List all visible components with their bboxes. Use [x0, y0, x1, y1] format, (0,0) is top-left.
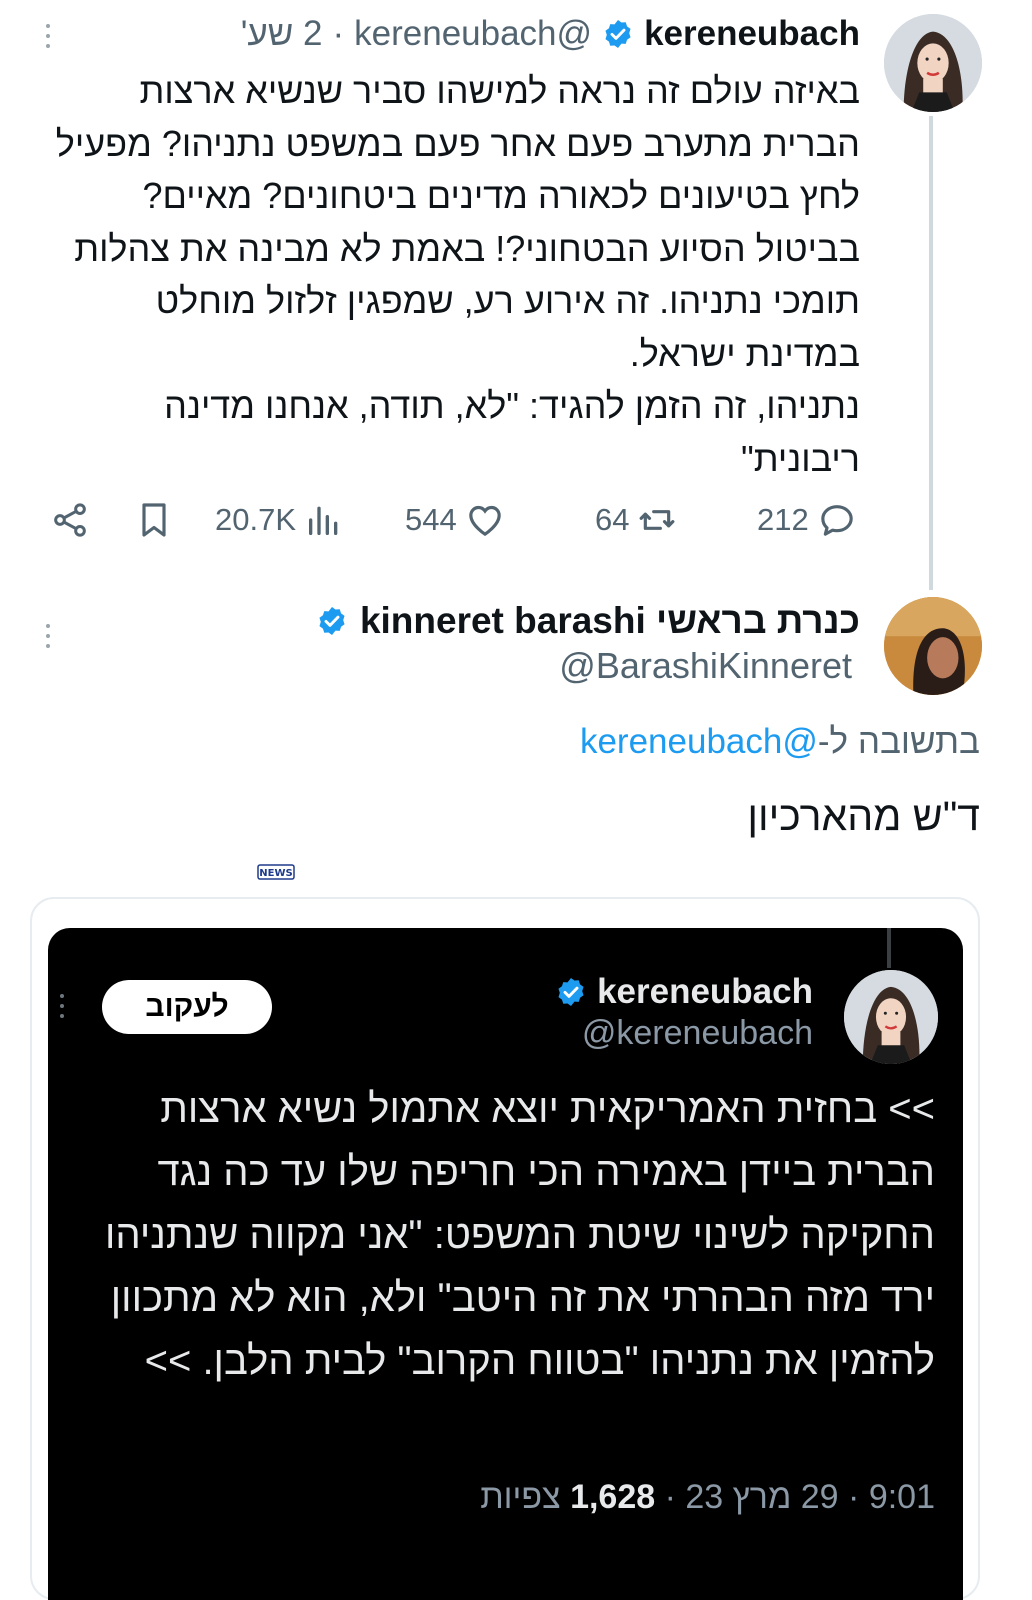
repost-count: 64: [595, 502, 630, 537]
avatar[interactable]: [884, 597, 982, 695]
avatar-illustration: [844, 970, 938, 1064]
thread-connector: [929, 116, 933, 590]
views-count: 20.7K: [215, 502, 297, 537]
separator-dot: ·: [332, 14, 345, 53]
bookmark-icon: [142, 503, 166, 537]
reply-count: 212: [757, 502, 809, 537]
author-name: kereneubach: [597, 972, 813, 1011]
repost-icon: [640, 510, 675, 530]
reply-button[interactable]: 212: [757, 495, 857, 545]
tweet-text: ד"ש מהארכיון: [747, 793, 980, 839]
tweet-actions: 20.7K 544 64 212: [50, 495, 860, 545]
author-name[interactable]: כנרת בראשי kinneret barashi: [360, 600, 860, 642]
avatar: [844, 970, 938, 1064]
views-icon: [309, 506, 338, 535]
svg-text:NEWS: NEWS: [259, 868, 292, 879]
like-icon: [468, 505, 501, 537]
author-handle[interactable]: @BarashiKinneret: [559, 645, 852, 687]
verified-badge-icon: [555, 976, 587, 1008]
avatar-illustration: [884, 14, 982, 112]
reply-icon: [820, 505, 853, 536]
reply-prefix: בתשובה ל-: [817, 722, 980, 761]
share-button[interactable]: [50, 495, 90, 545]
reply-context: בתשובה ל-@kereneubach: [580, 722, 980, 762]
more-options-icon[interactable]: [46, 624, 54, 648]
watermark-logo: מלוכדים NEWS: [257, 857, 380, 899]
embed-tweet-text: >> בחזית האמריקאית יוצא אתמול נשיא ארצות…: [104, 1087, 935, 1383]
reply-mention-link[interactable]: @kereneubach: [580, 722, 818, 761]
like-button[interactable]: 544: [405, 495, 505, 545]
embed-views-count: 1,628: [570, 1478, 656, 1516]
embed-meta: 9:01 · 29 מרץ 23 · 1,628 צפיות: [480, 1478, 935, 1517]
svg-text:מלוכדים: מלוכדים: [378, 857, 380, 899]
embed-timestamp: 9:01 · 29 מרץ 23 ·: [664, 1478, 935, 1516]
avatar[interactable]: [884, 14, 982, 112]
verified-badge-icon: [602, 18, 634, 50]
share-icon: [54, 503, 86, 537]
embed-author-row: kereneubach: [555, 970, 813, 1014]
embed-views-label: צפיות: [480, 1478, 561, 1516]
author-name[interactable]: kereneubach: [644, 14, 860, 54]
bookmark-button[interactable]: [134, 495, 174, 545]
tweet-header: כנרת בראשי kinneret barashi: [316, 598, 860, 644]
timestamp[interactable]: 2 שע': [241, 14, 323, 54]
tweet-text: באיזה עולם זה נראה למישהו סביר שנשיא ארצ…: [55, 70, 860, 479]
thread-connector: [887, 928, 891, 968]
tweet-header: kereneubach @kereneubach · 2 שע': [241, 12, 860, 56]
like-count: 544: [405, 502, 457, 537]
author-handle[interactable]: @kereneubach: [354, 14, 592, 54]
author-handle: @kereneubach: [581, 1014, 813, 1052]
repost-button[interactable]: 64: [595, 495, 677, 545]
views-button[interactable]: 20.7K: [215, 495, 344, 545]
follow-button: לעקוב: [102, 980, 272, 1034]
more-options-icon: [60, 994, 68, 1018]
more-options-icon[interactable]: [46, 24, 54, 48]
embedded-tweet-screenshot: kereneubach @kereneubach לעקוב >> בחזית …: [48, 928, 963, 1600]
avatar-photo: [884, 597, 982, 695]
verified-badge-icon: [316, 605, 348, 637]
